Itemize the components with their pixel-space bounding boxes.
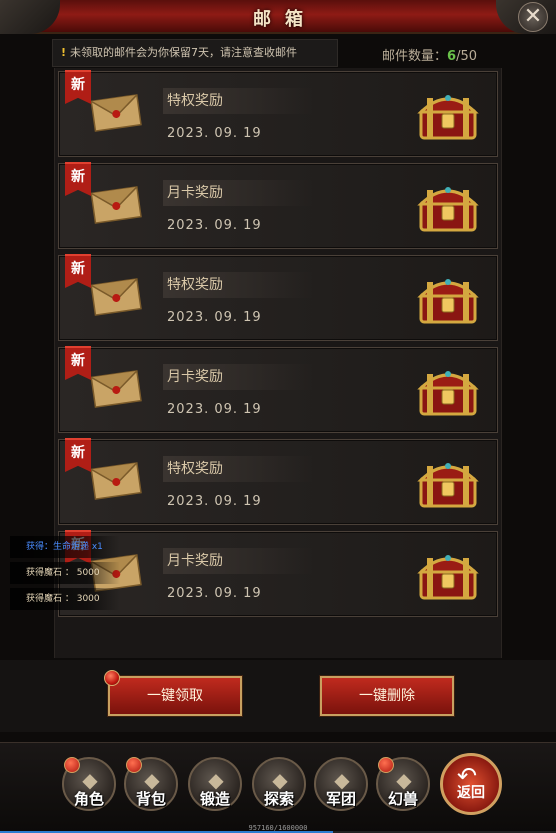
treasure-chest-icon[interactable] bbox=[415, 268, 481, 328]
nav-label: 幻兽 bbox=[387, 790, 418, 808]
mail-item[interactable]: 新月卡奖励2023. 09. 19 bbox=[58, 530, 498, 617]
notification-dot-icon bbox=[104, 670, 120, 686]
mail-count-label: 邮件数量： bbox=[382, 49, 448, 64]
reward-toast: 获得魔石 ： 5000 bbox=[10, 562, 120, 584]
mail-item[interactable]: 新特权奖励 2023. 09. 19 bbox=[58, 438, 498, 525]
claim-all-button[interactable]: 一键领取 bbox=[104, 670, 242, 716]
treasure-chest-icon[interactable] bbox=[415, 84, 481, 144]
retention-notice: ! 未领取的邮件会为你保留7天，请注意查收邮件 bbox=[52, 39, 338, 67]
action-bar: 一键领取 一键删除 bbox=[0, 660, 556, 732]
new-badge: 新 bbox=[65, 254, 91, 288]
envelope-icon bbox=[89, 184, 143, 224]
nav-button[interactable]: ◆ 锻造 bbox=[188, 757, 242, 811]
nav-button[interactable]: ◆ 背包 bbox=[124, 757, 178, 811]
nav-button[interactable]: ◆ 角色 bbox=[62, 757, 116, 811]
new-badge: 新 bbox=[65, 162, 91, 196]
mail-date: 2023. 09. 19 bbox=[167, 494, 262, 509]
reward-toast-list: 获得：生命炬递 x1 获得魔石 ： 5000 获得魔石 ： 3000 bbox=[10, 536, 120, 614]
notice-text: 未领取的邮件会为你保留7天，请注意查收邮件 bbox=[70, 46, 298, 59]
treasure-chest-icon[interactable] bbox=[415, 360, 481, 420]
mail-date: 2023. 09. 19 bbox=[167, 126, 262, 141]
window-title: 邮箱 bbox=[253, 9, 317, 30]
bottom-nav-bar: ◆ 角色 ◆ 背包 ◆ 锻造 ◆ 探索 ◆ 军团 ◆ 幻兽 ↶ 返回 bbox=[0, 742, 556, 833]
mail-item[interactable]: 新月卡奖励 2023. 09. 19 bbox=[58, 346, 498, 433]
reward-toast: 获得魔石 ： 3000 bbox=[10, 588, 120, 610]
close-button[interactable]: ✕ bbox=[518, 2, 548, 32]
new-badge: 新 bbox=[65, 438, 91, 472]
new-badge: 新 bbox=[65, 70, 91, 104]
mail-count-max: 50 bbox=[460, 49, 477, 64]
treasure-chest-icon[interactable] bbox=[415, 452, 481, 512]
nav-label: 角色 bbox=[73, 790, 104, 808]
treasure-chest-icon[interactable] bbox=[415, 176, 481, 236]
mail-count: 邮件数量：6/50 bbox=[382, 45, 477, 64]
nav-button[interactable]: ◆ 军团 bbox=[314, 757, 368, 811]
envelope-icon bbox=[89, 276, 143, 316]
envelope-icon bbox=[89, 460, 143, 500]
mail-date: 2023. 09. 19 bbox=[167, 218, 262, 233]
return-button[interactable]: ↶ 返回 bbox=[440, 753, 502, 815]
nav-label: 锻造 bbox=[199, 790, 230, 808]
mail-item[interactable]: 新月卡奖励 2023. 09. 19 bbox=[58, 162, 498, 249]
nav-button[interactable]: ◆ 幻兽 bbox=[376, 757, 430, 811]
mail-title: 月卡奖励 bbox=[163, 364, 313, 390]
envelope-icon bbox=[89, 92, 143, 132]
mail-title: 特权奖励 bbox=[163, 272, 313, 298]
mail-date: 2023. 09. 19 bbox=[167, 586, 262, 601]
delete-all-label: 一键删除 bbox=[359, 688, 415, 704]
reward-toast: 获得：生命炬递 x1 bbox=[10, 536, 120, 558]
nav-label: 探索 bbox=[263, 790, 294, 808]
title-bar: 邮箱 ✕ bbox=[0, 0, 556, 34]
mail-count-current: 6 bbox=[447, 49, 457, 64]
mail-title: 月卡奖励 bbox=[163, 548, 313, 574]
claim-all-label: 一键领取 bbox=[147, 688, 203, 704]
mail-item[interactable]: 新特权奖励 2023. 09. 19 bbox=[58, 254, 498, 341]
nav-label: 背包 bbox=[135, 790, 166, 808]
mail-title: 特权奖励 bbox=[163, 456, 313, 482]
mail-date: 2023. 09. 19 bbox=[167, 310, 262, 325]
close-icon: ✕ bbox=[523, 4, 543, 29]
mail-title: 特权奖励 bbox=[163, 88, 313, 114]
nav-button[interactable]: ◆ 探索 bbox=[252, 757, 306, 811]
envelope-icon bbox=[89, 368, 143, 408]
warning-icon: ! bbox=[61, 46, 67, 59]
delete-all-button[interactable]: 一键删除 bbox=[320, 676, 454, 716]
new-badge: 新 bbox=[65, 346, 91, 380]
return-label: 返回 bbox=[457, 785, 485, 801]
treasure-chest-icon[interactable] bbox=[415, 544, 481, 604]
mail-title: 月卡奖励 bbox=[163, 180, 313, 206]
mail-item[interactable]: 新特权奖励 2023. 09. 19 bbox=[58, 70, 498, 157]
nav-label: 军团 bbox=[325, 790, 356, 808]
mail-date: 2023. 09. 19 bbox=[167, 402, 262, 417]
